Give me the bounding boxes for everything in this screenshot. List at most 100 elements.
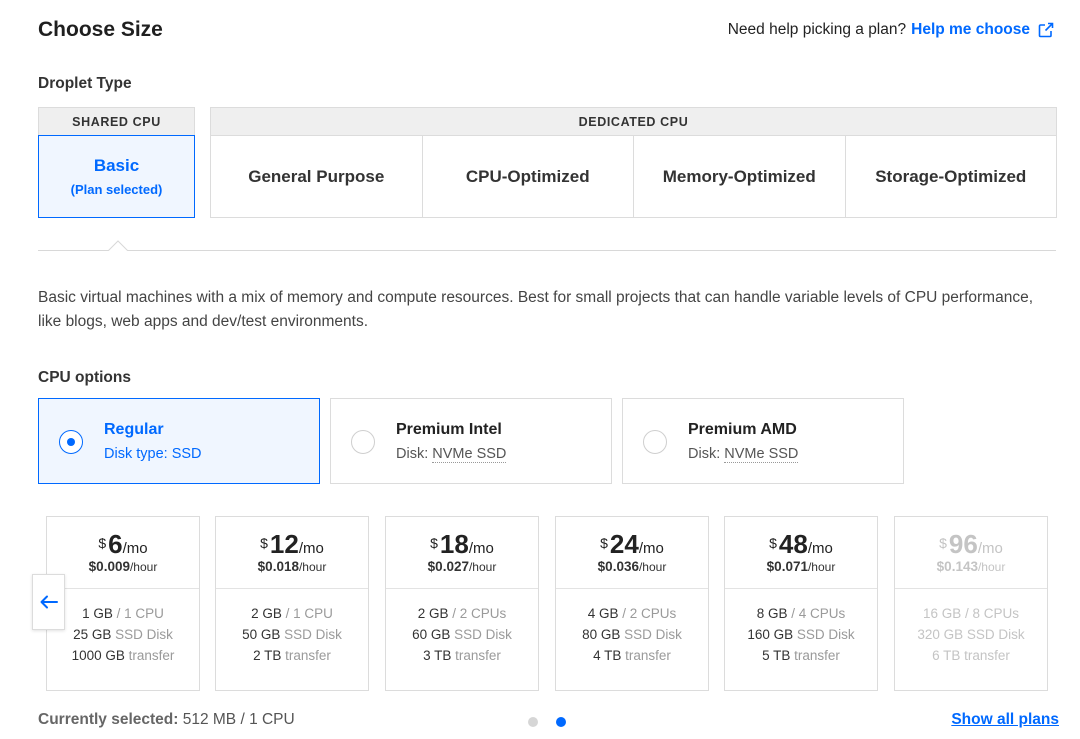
cpu-option-premium-amd[interactable]: Premium AMD Disk: NVMe SSD — [622, 398, 904, 484]
plan-divider — [556, 588, 708, 589]
hourly-unit: /hour — [298, 560, 327, 574]
plan-type-general-purpose[interactable]: General Purpose — [211, 136, 423, 217]
disk-prefix: Disk: — [396, 446, 433, 462]
memory: 8 GB — [756, 606, 788, 621]
plan-hourly: $0.143/hour — [895, 559, 1047, 574]
disk-size: 25 GB — [73, 627, 112, 642]
memory: 2 GB — [417, 606, 449, 621]
cpu-options-label: CPU options — [38, 369, 131, 386]
hourly-unit: /hour — [977, 560, 1006, 574]
cpu-option-disk: Disk type: SSD — [104, 446, 202, 462]
plan-card-24[interactable]: $24/mo $0.036/hour 4 GB / 2 CPUs 80 GB S… — [555, 516, 709, 691]
disk-unit: SSD Disk — [620, 627, 682, 642]
cpu-option-regular[interactable]: Regular Disk type: SSD — [38, 398, 320, 484]
radio-unselected-icon[interactable] — [643, 430, 667, 454]
disk-size: 160 GB — [747, 627, 794, 642]
cpu-count: / 8 CPUs — [961, 606, 1020, 621]
cpu-option-premium-intel[interactable]: Premium Intel Disk: NVMe SSD — [330, 398, 612, 484]
radio-unselected-icon[interactable] — [351, 430, 375, 454]
plan-memory-cpu: 16 GB / 8 CPUs — [895, 606, 1047, 621]
plan-disk: 80 GB SSD Disk — [556, 627, 708, 642]
currently-selected: Currently selected: 512 MB / 1 CPU — [38, 711, 295, 729]
plan-disk: 320 GB SSD Disk — [895, 627, 1047, 642]
cpu-option-name: Premium AMD — [688, 421, 797, 438]
plan-card-12[interactable]: $12/mo $0.018/hour 2 GB / 1 CPU 50 GB SS… — [215, 516, 369, 691]
plan-price: $6/mo — [47, 529, 199, 560]
plan-type-memory-optimized[interactable]: Memory-Optimized — [634, 136, 846, 217]
page-title: Choose Size — [38, 18, 163, 41]
carousel-dot-1[interactable] — [528, 717, 538, 727]
show-all-plans-link[interactable]: Show all plans — [951, 711, 1059, 729]
price-period: /mo — [807, 540, 833, 557]
carousel-prev-button[interactable] — [32, 574, 65, 630]
disk-prefix: Disk type: — [104, 446, 172, 462]
cpu-count: / 4 CPUs — [787, 606, 846, 621]
price-amount: 96 — [948, 529, 978, 559]
radio-selected-icon[interactable] — [59, 430, 83, 454]
plan-transfer: 1000 GB transfer — [47, 648, 199, 663]
disk-value-tooltip[interactable]: NVMe SSD — [432, 446, 507, 463]
disk-unit: SSD Disk — [963, 627, 1025, 642]
plan-disk: 160 GB SSD Disk — [725, 627, 877, 642]
plan-hourly: $0.027/hour — [386, 559, 538, 574]
plan-disk: 50 GB SSD Disk — [216, 627, 368, 642]
external-link-icon[interactable] — [1038, 22, 1054, 38]
cpu-count: / 1 CPU — [281, 606, 333, 621]
plan-memory-cpu: 2 GB / 1 CPU — [216, 606, 368, 621]
memory: 4 GB — [587, 606, 619, 621]
plan-type-cpu-optimized[interactable]: CPU-Optimized — [423, 136, 634, 217]
plan-memory-cpu: 2 GB / 2 CPUs — [386, 606, 538, 621]
cpu-option-name: Premium Intel — [396, 421, 502, 438]
plan-divider — [216, 588, 368, 589]
plan-divider — [386, 588, 538, 589]
currency: $ — [769, 535, 777, 551]
disk-unit: SSD Disk — [280, 627, 342, 642]
hourly-unit: /hour — [638, 560, 667, 574]
hourly-unit: /hour — [468, 560, 497, 574]
plan-price: $48/mo — [725, 529, 877, 560]
memory: 1 GB — [82, 606, 113, 621]
price-amount: 18 — [439, 529, 469, 559]
basic-title: Basic — [93, 156, 140, 175]
price-amount: 12 — [269, 529, 299, 559]
plan-divider — [895, 588, 1047, 589]
selection-pointer-icon — [108, 240, 128, 251]
memory: 2 GB — [251, 606, 282, 621]
plan-card-18[interactable]: $18/mo $0.027/hour 2 GB / 2 CPUs 60 GB S… — [385, 516, 539, 691]
plan-type-basic[interactable]: Basic (Plan selected) — [38, 135, 195, 218]
help-me-choose-link[interactable]: Help me choose — [911, 21, 1030, 39]
disk-value-tooltip[interactable]: NVMe SSD — [724, 446, 799, 463]
plan-transfer: 5 TB transfer — [725, 648, 877, 663]
carousel-dot-2-active[interactable] — [556, 717, 566, 727]
help-link-label: Help me choose — [911, 21, 1030, 38]
disk-prefix: Disk: — [688, 446, 725, 462]
plan-card-48[interactable]: $48/mo $0.071/hour 8 GB / 4 CPUs 160 GB … — [724, 516, 878, 691]
hourly-amount: $0.027 — [427, 559, 469, 574]
transfer-amount: 5 TB — [762, 648, 791, 663]
dedicated-cpu-header: DEDICATED CPU — [210, 107, 1057, 136]
currency: $ — [98, 535, 107, 551]
plan-type-storage-optimized[interactable]: Storage-Optimized — [846, 136, 1057, 217]
plan-price: $18/mo — [386, 529, 538, 560]
transfer-amount: 3 TB — [423, 648, 452, 663]
currency: $ — [939, 535, 947, 551]
cpu-option-name: Regular — [104, 421, 164, 438]
transfer-unit: transfer — [124, 648, 175, 663]
plan-hourly: $0.036/hour — [556, 559, 708, 574]
plan-memory-cpu: 8 GB / 4 CPUs — [725, 606, 877, 621]
plan-card-6[interactable]: $6/mo $0.009/hour 1 GB / 1 CPU 25 GB SSD… — [46, 516, 200, 691]
transfer-unit: transfer — [790, 648, 840, 663]
disk-size: 80 GB — [582, 627, 621, 642]
help-section: Need help picking a plan? Help me choose — [728, 21, 1054, 39]
disk-size: 50 GB — [242, 627, 281, 642]
disk-size: 60 GB — [412, 627, 451, 642]
transfer-amount: 2 TB — [253, 648, 282, 663]
plan-disk: 25 GB SSD Disk — [47, 627, 199, 642]
plan-transfer: 6 TB transfer — [895, 648, 1047, 663]
plan-transfer: 2 TB transfer — [216, 648, 368, 663]
plan-card-96-disabled: $96/mo $0.143/hour 16 GB / 8 CPUs 320 GB… — [894, 516, 1048, 691]
price-amount: 6 — [108, 529, 123, 559]
cpu-count: / 2 CPUs — [448, 606, 507, 621]
cpu-option-disk: Disk: NVMe SSD — [688, 446, 799, 463]
plan-divider — [725, 588, 877, 589]
